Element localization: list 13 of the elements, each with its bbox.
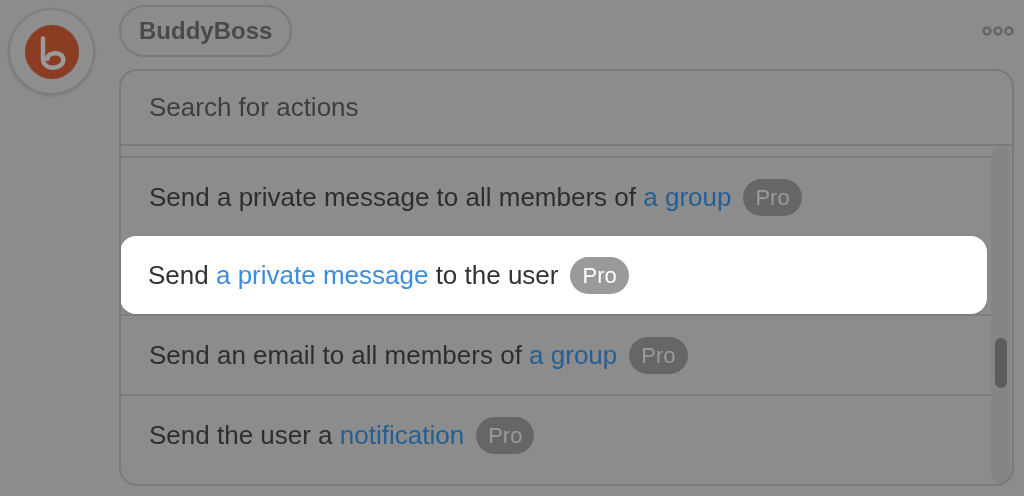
action-text: Send an email to all members of a group [149,338,618,372]
search-field[interactable]: Search for actions [121,71,1012,146]
action-item[interactable]: Send a private message to the user Pro [121,236,987,314]
app-name-badge: BuddyBoss [119,4,293,57]
scrollbar[interactable] [991,146,1011,484]
logo-icon [24,24,79,79]
more-icon[interactable] [982,24,1014,37]
action-text: Send the user a notification [149,418,465,452]
scrollbar-thumb[interactable] [995,338,1007,388]
link[interactable]: a private message [215,259,429,290]
action-text: Send a private message to the user [148,258,559,292]
pro-badge: Pro [570,256,629,294]
action-text: Send a private message to all members of a group [149,180,732,214]
